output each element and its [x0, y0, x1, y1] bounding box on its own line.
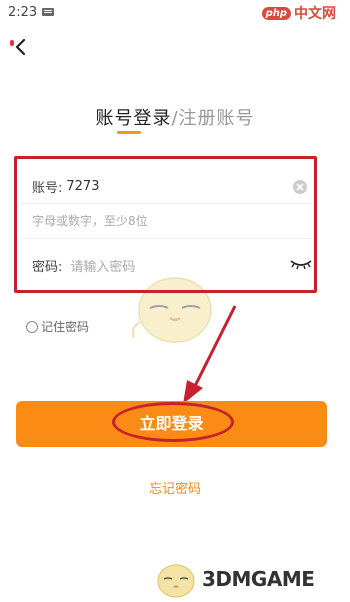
back-arrow-icon[interactable] [10, 36, 32, 58]
forgot-password-link[interactable]: 忘记密码 [0, 478, 350, 497]
tab-separator: / [171, 108, 179, 129]
notification-icon [42, 8, 54, 16]
login-register-tabs: 账号登录/注册账号 [0, 104, 350, 130]
php-badge: php [261, 6, 291, 20]
watermark-3dm-text: 3DMGAME [202, 567, 315, 591]
tab-login[interactable]: 账号登录 [95, 108, 171, 129]
annotation-frame [14, 156, 317, 293]
php-watermark-text: 中文网 [294, 6, 336, 22]
watermark-php: php 中文网 [256, 2, 342, 24]
radio-icon[interactable] [26, 320, 38, 333]
status-time: 2:23 [8, 5, 38, 20]
remember-password-label: 记住密码 [41, 320, 90, 334]
login-button-label[interactable]: 立即登录 [16, 401, 327, 447]
remember-password-option[interactable]: 记住密码 [26, 318, 89, 335]
mascot-logo-icon [157, 564, 195, 598]
annotation-arrow-icon [183, 305, 237, 404]
tab-register[interactable]: 注册账号 [179, 108, 255, 129]
active-tab-underline [117, 131, 141, 134]
watermark-3dm: 3DMGAME [152, 556, 348, 602]
